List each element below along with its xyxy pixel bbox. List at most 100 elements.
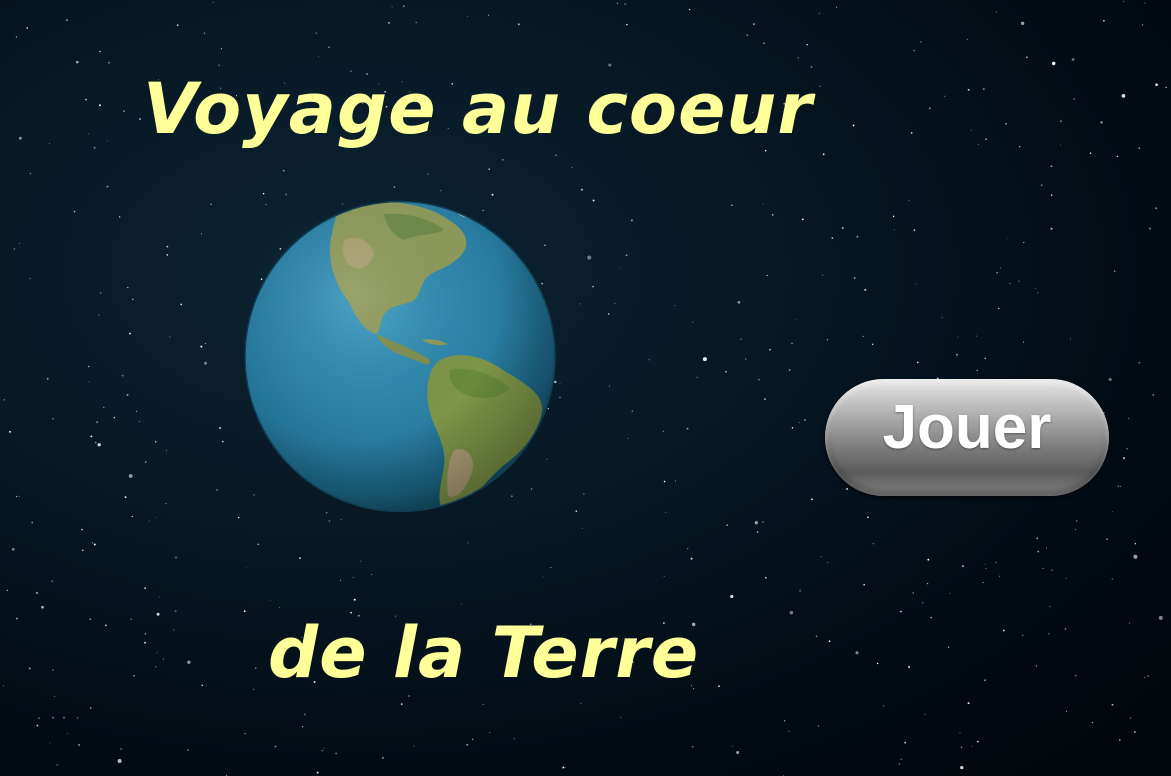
star — [763, 42, 765, 45]
star — [90, 435, 93, 438]
star — [89, 707, 92, 709]
star — [691, 745, 694, 748]
star — [119, 216, 121, 218]
star — [941, 316, 943, 319]
star — [216, 489, 218, 491]
star — [966, 38, 968, 40]
star — [121, 374, 124, 377]
star — [867, 516, 869, 519]
star — [123, 110, 125, 112]
star — [1165, 86, 1167, 89]
star — [930, 616, 933, 619]
star — [323, 747, 325, 749]
star — [415, 21, 417, 24]
star — [665, 512, 667, 514]
star — [1046, 547, 1047, 549]
star — [1106, 538, 1108, 540]
star — [583, 493, 585, 495]
earth-globe — [244, 200, 556, 513]
star — [162, 658, 164, 660]
star — [962, 565, 964, 568]
star — [77, 717, 79, 719]
star — [257, 543, 259, 545]
star — [107, 140, 109, 142]
star — [928, 107, 931, 110]
star — [403, 5, 405, 7]
star — [104, 624, 107, 627]
star — [1018, 145, 1021, 148]
star — [1074, 528, 1076, 530]
star — [1120, 485, 1122, 487]
star — [976, 369, 978, 372]
star — [828, 640, 831, 643]
star — [956, 353, 958, 356]
star — [393, 186, 396, 188]
star — [187, 660, 191, 664]
star — [38, 717, 40, 719]
star — [31, 521, 33, 524]
star — [620, 717, 622, 718]
title-screen: Voyage au coeur de la Terre Jouer — [0, 0, 1171, 776]
star — [52, 717, 54, 719]
star — [285, 193, 288, 196]
star — [144, 633, 147, 635]
star — [627, 437, 629, 439]
star — [89, 618, 91, 620]
star — [995, 11, 997, 13]
star — [113, 416, 116, 419]
star — [352, 576, 354, 579]
star — [559, 396, 561, 399]
star — [467, 542, 469, 544]
star — [764, 576, 767, 579]
star — [798, 421, 800, 423]
star — [581, 527, 583, 529]
star — [360, 560, 362, 562]
star — [758, 379, 760, 381]
star — [908, 666, 910, 668]
star — [131, 515, 133, 518]
star — [607, 313, 610, 315]
star — [262, 192, 265, 195]
star — [753, 23, 755, 25]
star — [315, 32, 317, 34]
star — [1091, 721, 1094, 724]
star — [616, 2, 619, 5]
star — [1076, 520, 1078, 522]
star — [29, 278, 31, 280]
star — [200, 345, 203, 348]
star — [166, 254, 169, 256]
star — [108, 61, 111, 64]
star — [144, 641, 147, 644]
star — [624, 3, 627, 6]
star — [1108, 377, 1112, 382]
star — [688, 8, 691, 11]
star — [52, 418, 54, 420]
star — [756, 531, 759, 533]
star — [542, 576, 544, 578]
star — [801, 218, 804, 221]
star — [730, 594, 734, 599]
star — [63, 717, 65, 719]
star — [663, 480, 666, 483]
play-button[interactable]: Jouer — [825, 379, 1109, 496]
star — [1023, 242, 1025, 244]
star — [996, 272, 998, 274]
star — [67, 733, 69, 734]
star — [631, 410, 634, 413]
star — [169, 336, 171, 338]
star — [78, 743, 80, 746]
star — [120, 748, 122, 750]
star — [204, 343, 206, 345]
star — [819, 85, 821, 87]
star — [820, 556, 822, 558]
star — [51, 580, 54, 583]
star — [387, 21, 390, 24]
star — [927, 558, 930, 561]
star — [1050, 227, 1053, 230]
star — [970, 129, 972, 131]
star — [892, 215, 895, 218]
star — [826, 339, 829, 341]
star — [340, 518, 342, 520]
star — [783, 720, 786, 722]
star — [1075, 675, 1077, 677]
